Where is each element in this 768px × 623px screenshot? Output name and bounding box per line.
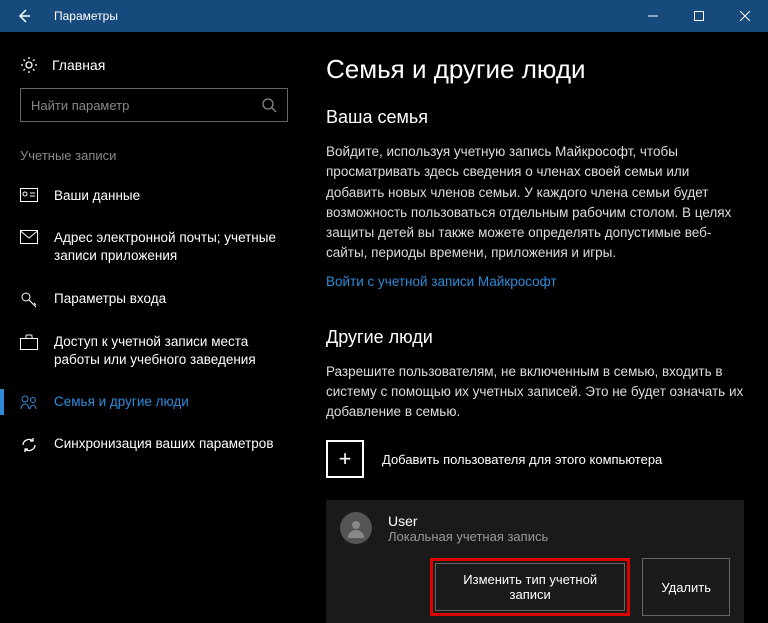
nav-label: Параметры входа	[54, 290, 166, 308]
nav-work-access[interactable]: Доступ к учетной записи места работы или…	[0, 321, 308, 381]
nav-sync[interactable]: Синхронизация ваших параметров	[0, 423, 308, 466]
family-heading: Ваша семья	[326, 107, 744, 128]
sync-icon	[20, 436, 38, 454]
add-user-label: Добавить пользователя для этого компьюте…	[382, 452, 662, 467]
family-description: Войдите, используя учетную запись Майкро…	[326, 142, 744, 264]
window-controls	[630, 0, 768, 32]
page-title: Семья и другие люди	[326, 54, 744, 85]
nav-signin-options[interactable]: Параметры входа	[0, 278, 308, 321]
search-icon	[261, 97, 277, 113]
home-button[interactable]: Главная	[0, 50, 308, 88]
minimize-icon	[648, 11, 658, 21]
nav-email-accounts[interactable]: Адрес электронной почты; учетные записи …	[0, 217, 308, 277]
nav-label: Доступ к учетной записи места работы или…	[54, 333, 288, 369]
maximize-button[interactable]	[676, 0, 722, 32]
delete-user-button[interactable]: Удалить	[642, 558, 730, 616]
gear-icon	[20, 56, 38, 74]
signin-link[interactable]: Войти с учетной записи Майкрософт	[326, 274, 557, 289]
key-icon	[20, 291, 38, 309]
mail-icon	[20, 230, 38, 244]
search-input[interactable]	[31, 98, 261, 113]
window-title: Параметры	[54, 9, 118, 23]
people-icon	[20, 394, 38, 410]
others-heading: Другие люди	[326, 327, 744, 348]
nav-label: Синхронизация ваших параметров	[54, 435, 274, 453]
id-card-icon	[20, 188, 38, 202]
user-name: User	[388, 513, 548, 529]
search-box[interactable]	[20, 88, 288, 122]
briefcase-icon	[20, 334, 38, 350]
sidebar: Главная Учетные записи Ваши данные Адрес…	[0, 32, 308, 623]
person-icon	[346, 518, 366, 538]
highlight-annotation: Изменить тип учетной записи	[430, 558, 630, 616]
avatar	[340, 512, 372, 544]
others-description: Разрешите пользователям, не включенным в…	[326, 362, 744, 423]
nav-label: Адрес электронной почты; учетные записи …	[54, 229, 288, 265]
close-icon	[740, 11, 750, 21]
titlebar: Параметры	[0, 0, 768, 32]
nav-your-info[interactable]: Ваши данные	[0, 175, 308, 217]
nav-label: Ваши данные	[54, 187, 140, 205]
nav-label: Семья и другие люди	[54, 393, 189, 411]
change-account-type-button[interactable]: Изменить тип учетной записи	[435, 563, 625, 611]
minimize-button[interactable]	[630, 0, 676, 32]
user-account-type: Локальная учетная запись	[388, 529, 548, 544]
maximize-icon	[694, 11, 704, 21]
nav-family[interactable]: Семья и другие люди	[0, 381, 308, 423]
sidebar-section-header: Учетные записи	[0, 148, 308, 175]
home-label: Главная	[52, 57, 105, 73]
plus-icon: +	[326, 440, 364, 478]
add-user-button[interactable]: + Добавить пользователя для этого компью…	[326, 440, 744, 478]
close-button[interactable]	[722, 0, 768, 32]
arrow-left-icon	[16, 8, 32, 24]
main-content: Семья и другие люди Ваша семья Войдите, …	[308, 32, 768, 623]
back-button[interactable]	[0, 0, 48, 32]
user-card[interactable]: User Локальная учетная запись Изменить т…	[326, 500, 744, 623]
